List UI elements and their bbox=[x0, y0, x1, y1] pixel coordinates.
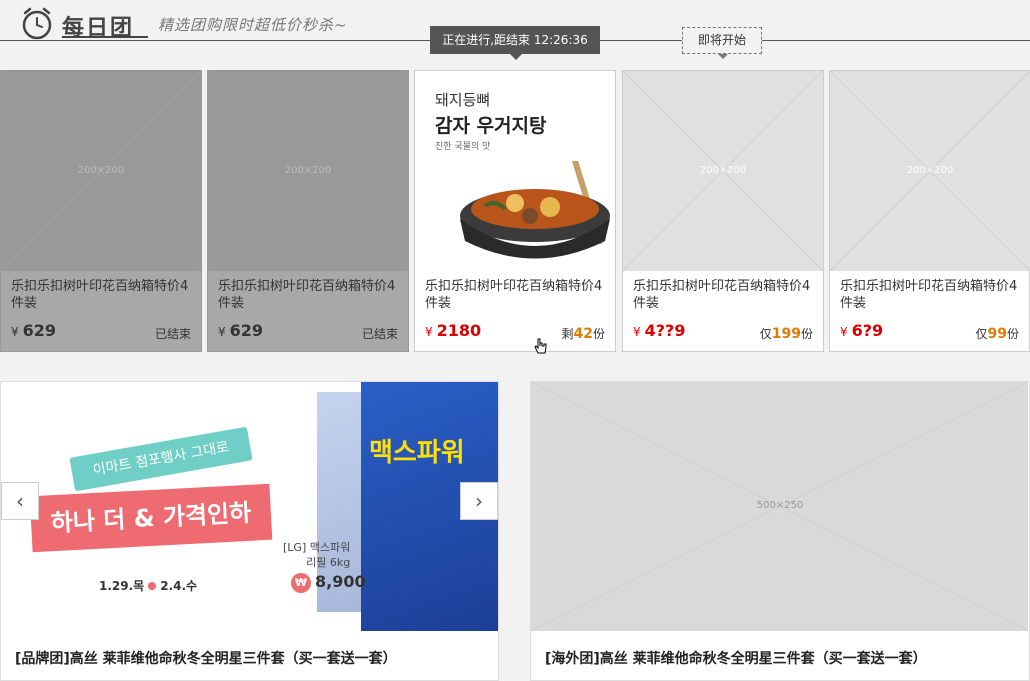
prev-arrow-button[interactable]: ‹ bbox=[1, 482, 39, 520]
product-title[interactable]: 乐扣乐扣树叶印花百纳箱特价4件装 bbox=[218, 278, 402, 312]
header: 每日团 精选团购限时超低价秒杀~ 正在进行,距结束 12:26:36 即将开始 bbox=[0, 0, 1030, 60]
next-arrow-button[interactable]: › bbox=[460, 482, 498, 520]
placeholder-size: 200×200 bbox=[699, 165, 747, 176]
product-price: ¥629 bbox=[11, 321, 57, 340]
alarm-clock-icon bbox=[22, 7, 52, 40]
logo-underline bbox=[62, 36, 148, 38]
product-title[interactable]: 乐扣乐扣树叶印花百纳箱特价4件装 bbox=[11, 278, 195, 312]
product-price: ¥4??9 bbox=[633, 321, 686, 340]
placeholder-size: 200×200 bbox=[77, 165, 125, 176]
slogan: 精选团购限时超低价秒杀~ bbox=[158, 16, 348, 34]
placeholder-size: 500×250 bbox=[756, 500, 804, 511]
product-status: 已结束 bbox=[154, 327, 191, 341]
stew-bowl-icon bbox=[460, 161, 610, 259]
product-title[interactable]: 乐扣乐扣树叶印花百纳箱特价4件装 bbox=[840, 278, 1024, 312]
food-photo: 돼지등뼈 감자 우거지탕 진한 국물의 맛 bbox=[415, 71, 615, 271]
product-image[interactable]: 돼지등뼈 감자 우거지탕 진한 국물의 맛 bbox=[415, 71, 615, 271]
promo-headline: 하나 더 & 가격인하 bbox=[29, 483, 273, 553]
promo-ribbon: 이마트 점포행사 그대로 bbox=[69, 426, 253, 492]
product-title[interactable]: 乐扣乐扣树叶印花百纳箱特价4件装 bbox=[425, 278, 609, 312]
product-image[interactable]: 200×200 bbox=[1, 71, 201, 271]
promo-price: ₩8,900 bbox=[291, 572, 366, 593]
product-card[interactable]: 200×200 乐扣乐扣树叶印花百纳箱特价4件装 ¥629 已结束 bbox=[207, 70, 409, 352]
product-card[interactable]: 돼지등뼈 감자 우거지탕 진한 국물의 맛 乐扣乐扣树叶印花百纳箱特价4件装 ¥… bbox=[414, 70, 616, 352]
banner-slideshow[interactable]: 맥스파워 이마트 점포행사 그대로 하나 더 & 가격인하 1.29.목 2.4.… bbox=[1, 382, 498, 631]
product-stock: 剩42份 bbox=[561, 326, 605, 342]
product-stock: 仅99份 bbox=[975, 326, 1019, 342]
banner-title[interactable]: [品牌团]高丝 莱菲维他命秋冬全明星三件套（买一套送一套） bbox=[15, 648, 397, 668]
banner-image[interactable]: 500×250 bbox=[531, 382, 1028, 631]
product-price: ¥2180 bbox=[425, 321, 482, 340]
countdown-tooltip: 正在进行,距结束 12:26:36 bbox=[430, 26, 600, 60]
brand-banner[interactable]: 맥스파워 이마트 점포행사 그대로 하나 더 & 가격인하 1.29.목 2.4.… bbox=[0, 381, 499, 681]
product-image[interactable]: 200×200 bbox=[623, 71, 823, 271]
product-price: ¥629 bbox=[218, 321, 264, 340]
overseas-banner[interactable]: 500×250 [海外团]高丝 莱菲维他命秋冬全明星三件套（买一套送一套） bbox=[530, 381, 1030, 681]
product-title[interactable]: 乐扣乐扣树叶印花百纳箱特价4件装 bbox=[633, 278, 817, 312]
promo-dates: 1.29.목 2.4.수 bbox=[99, 579, 198, 593]
product-card[interactable]: 200×200 乐扣乐扣树叶印花百纳箱特价4件装 ¥6?9 仅99份 bbox=[829, 70, 1030, 352]
placeholder-size: 200×200 bbox=[906, 165, 954, 176]
product-status: 已结束 bbox=[361, 327, 398, 341]
product-stock: 仅199份 bbox=[759, 326, 813, 342]
product-price: ¥6?9 bbox=[840, 321, 884, 340]
banner-title[interactable]: [海外团]高丝 莱菲维他命秋冬全明星三件套（买一套送一套） bbox=[545, 648, 927, 668]
promo-product-name: [LG] 맥스파워 리필 6kg bbox=[283, 541, 351, 569]
product-image[interactable]: 200×200 bbox=[208, 71, 408, 271]
product-card[interactable]: 200×200 乐扣乐扣树叶印花百纳箱特价4件装 ¥629 已结束 bbox=[0, 70, 202, 352]
hand-cursor-icon bbox=[534, 338, 547, 354]
upcoming-tooltip: 即将开始 bbox=[682, 27, 762, 59]
product-card[interactable]: 200×200 乐扣乐扣树叶印花百纳箱特价4件装 ¥4??9 仅199份 bbox=[622, 70, 824, 352]
placeholder-size: 200×200 bbox=[284, 165, 332, 176]
product-image[interactable]: 200×200 bbox=[830, 71, 1030, 271]
